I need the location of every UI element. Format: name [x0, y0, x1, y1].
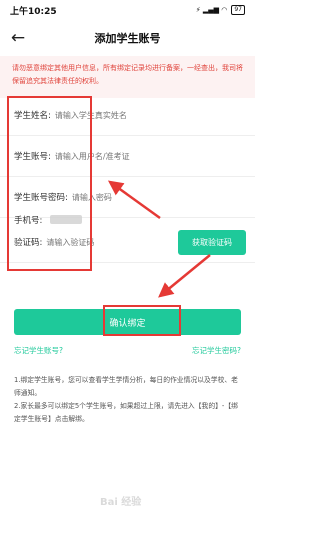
arrow-to-fields [107, 180, 161, 220]
watermark: Bai 经验 [100, 497, 142, 508]
arrow-to-confirm [158, 254, 211, 298]
annotation-arrows [107, 180, 211, 298]
